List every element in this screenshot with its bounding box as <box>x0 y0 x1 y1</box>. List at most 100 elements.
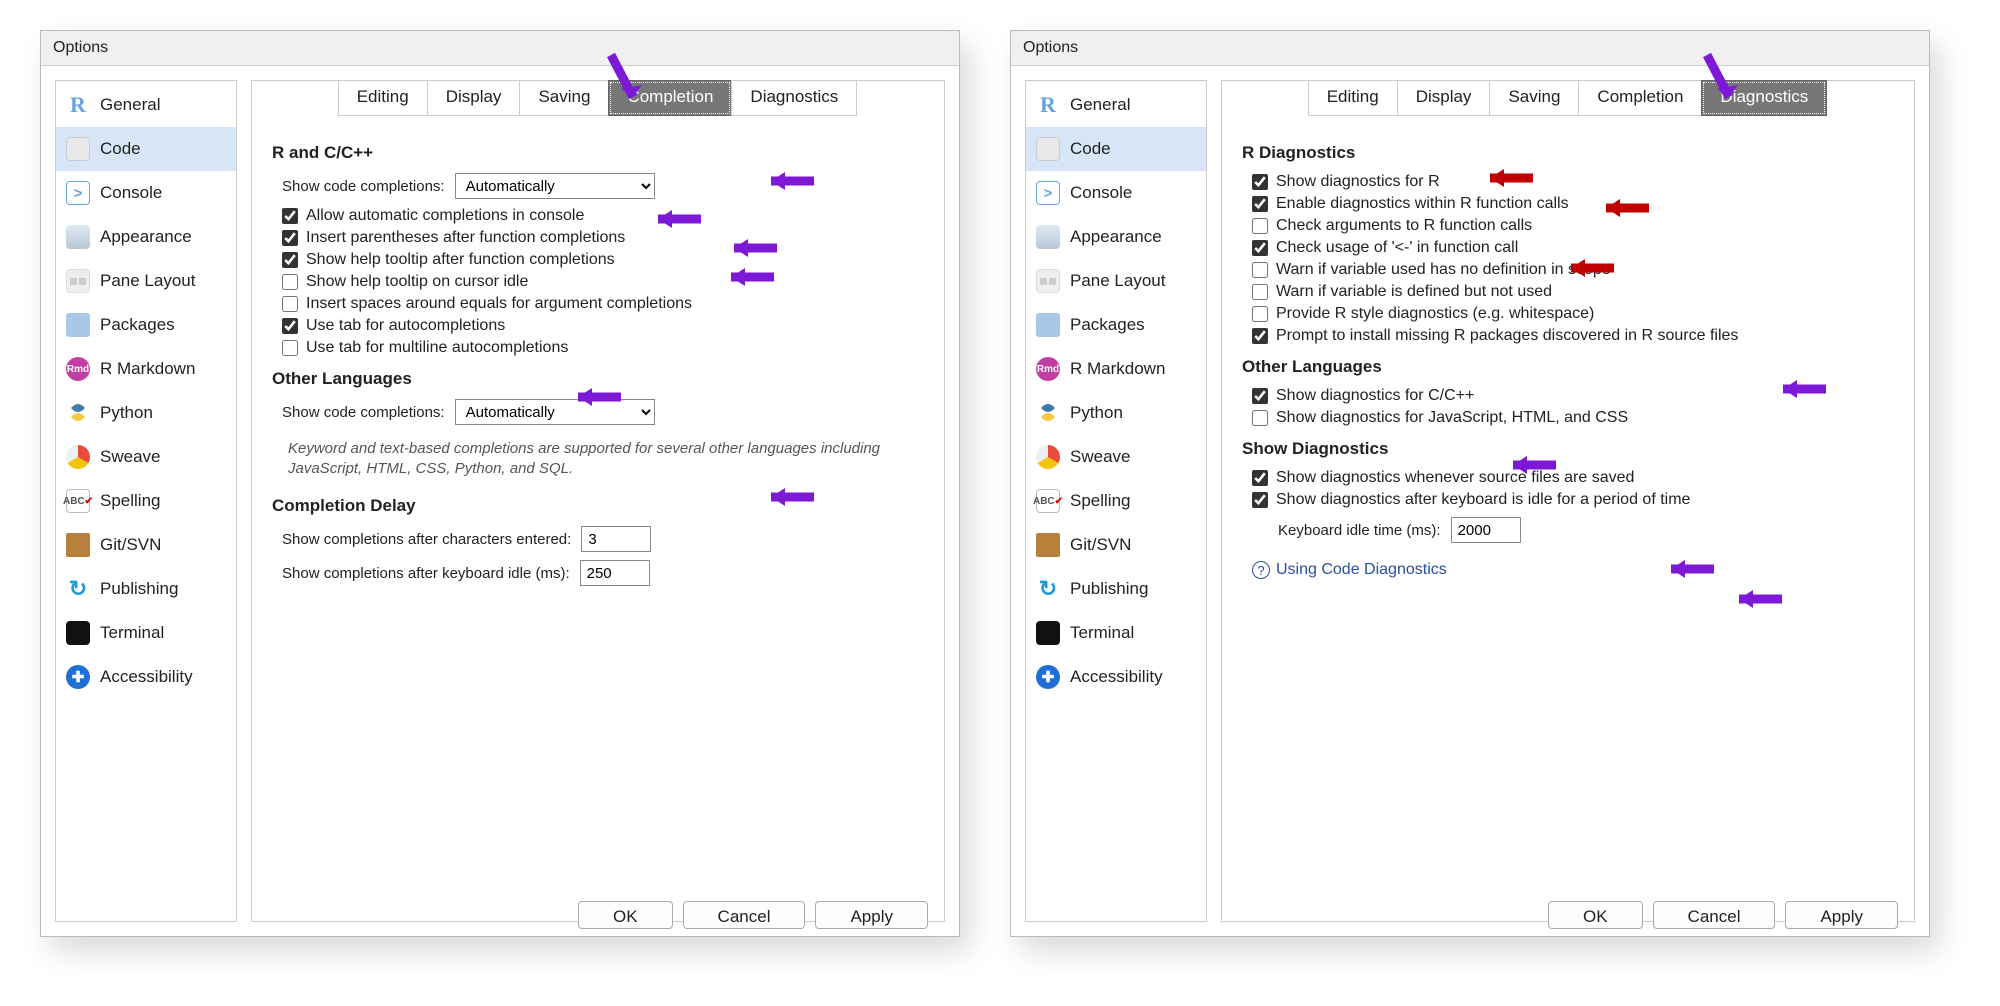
git-icon <box>66 533 90 557</box>
help-icon: ? <box>1252 561 1270 579</box>
sidebar-item-publishing[interactable]: ↻Publishing <box>1026 567 1206 611</box>
checkbox-c5[interactable] <box>282 296 298 312</box>
sidebar-item-code[interactable]: Code <box>1026 127 1206 171</box>
sidebar-item-r-markdown[interactable]: RmdR Markdown <box>1026 347 1206 391</box>
options-sidebar: RGeneralCode>ConsoleAppearancePane Layou… <box>55 80 237 922</box>
sidebar-item-python[interactable]: Python <box>56 391 236 435</box>
option-row-d3: Check arguments to R function calls <box>1242 217 1894 235</box>
checkbox-c4[interactable] <box>282 274 298 290</box>
tab-editing[interactable]: Editing <box>1308 80 1398 116</box>
checkbox-d9[interactable] <box>1252 388 1268 404</box>
publishing-icon: ↻ <box>1036 577 1060 601</box>
sidebar-item-code[interactable]: Code <box>56 127 236 171</box>
checkbox-label: Show diagnostics whenever source files a… <box>1276 469 1634 487</box>
sidebar-item-appearance[interactable]: Appearance <box>56 215 236 259</box>
cancel-button[interactable]: Cancel <box>1653 901 1776 929</box>
spelling-icon: ABC✔ <box>1036 489 1060 513</box>
cancel-button[interactable]: Cancel <box>683 901 806 929</box>
sidebar-item-python[interactable]: Python <box>1026 391 1206 435</box>
tab-diagnostics[interactable]: Diagnostics <box>731 80 857 116</box>
checkbox-c3[interactable] <box>282 252 298 268</box>
checkbox-d4[interactable] <box>1252 240 1268 256</box>
ok-button[interactable]: OK <box>578 901 673 929</box>
sidebar-item-r-markdown[interactable]: RmdR Markdown <box>56 347 236 391</box>
sidebar-item-spelling[interactable]: ABC✔Spelling <box>56 479 236 523</box>
checkbox-label: Insert parentheses after function comple… <box>306 229 625 247</box>
options-dialog-completion: Options RGeneralCode>ConsoleAppearancePa… <box>40 30 960 937</box>
show-completions-label-2: Show code completions: <box>282 404 445 421</box>
tab-display[interactable]: Display <box>1397 80 1491 116</box>
show-completions-select-2[interactable]: Automatically <box>455 399 655 425</box>
sidebar-item-terminal[interactable]: Terminal <box>1026 611 1206 655</box>
packages-icon <box>66 313 90 337</box>
sidebar-item-console[interactable]: >Console <box>1026 171 1206 215</box>
sidebar-item-packages[interactable]: Packages <box>1026 303 1206 347</box>
sidebar-item-accessibility[interactable]: ✚Accessibility <box>1026 655 1206 699</box>
checkbox-c2[interactable] <box>282 230 298 246</box>
tab-completion[interactable]: Completion <box>608 80 732 116</box>
checkbox-d10[interactable] <box>1252 410 1268 426</box>
checkbox-d7[interactable] <box>1252 306 1268 322</box>
python-icon <box>1036 401 1060 425</box>
sidebar-item-spelling[interactable]: ABC✔Spelling <box>1026 479 1206 523</box>
apply-button[interactable]: Apply <box>1785 901 1898 929</box>
checkbox-d12[interactable] <box>1252 492 1268 508</box>
option-row-d4: Check usage of '<-' in function call <box>1242 239 1894 257</box>
apply-button[interactable]: Apply <box>815 901 928 929</box>
sidebar-item-git-svn[interactable]: Git/SVN <box>56 523 236 567</box>
idle-time-input[interactable] <box>1451 517 1521 543</box>
option-row-d9: Show diagnostics for C/C++ <box>1242 387 1894 405</box>
sidebar-item-appearance[interactable]: Appearance <box>1026 215 1206 259</box>
sidebar-item-general[interactable]: RGeneral <box>1026 83 1206 127</box>
checkbox-d2[interactable] <box>1252 196 1268 212</box>
tab-completion[interactable]: Completion <box>1578 80 1702 116</box>
tab-saving[interactable]: Saving <box>519 80 609 116</box>
checkbox-c6[interactable] <box>282 318 298 334</box>
checkbox-c7[interactable] <box>282 340 298 356</box>
after-idle-input[interactable] <box>580 560 650 586</box>
checkbox-d3[interactable] <box>1252 218 1268 234</box>
sidebar-item-git-svn[interactable]: Git/SVN <box>1026 523 1206 567</box>
checkbox-d6[interactable] <box>1252 284 1268 300</box>
sidebar-item-sweave[interactable]: Sweave <box>1026 435 1206 479</box>
sidebar-item-console[interactable]: >Console <box>56 171 236 215</box>
console-icon: > <box>1036 181 1060 205</box>
accessibility-icon: ✚ <box>66 665 90 689</box>
terminal-icon <box>66 621 90 645</box>
terminal-icon <box>1036 621 1060 645</box>
help-link[interactable]: ? Using Code Diagnostics <box>1252 561 1894 579</box>
checkbox-c1[interactable] <box>282 208 298 224</box>
sidebar-item-packages[interactable]: Packages <box>56 303 236 347</box>
sweave-icon <box>1036 445 1060 469</box>
rmarkdown-icon: Rmd <box>1036 357 1060 381</box>
checkbox-d8[interactable] <box>1252 328 1268 344</box>
sidebar-item-sweave[interactable]: Sweave <box>56 435 236 479</box>
checkbox-d5[interactable] <box>1252 262 1268 278</box>
option-row-d7: Provide R style diagnostics (e.g. whites… <box>1242 305 1894 323</box>
sidebar-item-pane-layout[interactable]: Pane Layout <box>56 259 236 303</box>
option-row-c2: Insert parentheses after function comple… <box>272 229 924 247</box>
sidebar-item-publishing[interactable]: ↻Publishing <box>56 567 236 611</box>
checkbox-label: Allow automatic completions in console <box>306 207 584 225</box>
tab-saving[interactable]: Saving <box>1489 80 1579 116</box>
checkbox-d11[interactable] <box>1252 470 1268 486</box>
section-other-lang: Other Languages <box>272 369 924 389</box>
after-chars-input[interactable] <box>581 526 651 552</box>
option-row-c6: Use tab for autocompletions <box>272 317 924 335</box>
tab-editing[interactable]: Editing <box>338 80 428 116</box>
tab-diagnostics[interactable]: Diagnostics <box>1701 80 1827 116</box>
sidebar-item-accessibility[interactable]: ✚Accessibility <box>56 655 236 699</box>
option-row-d11: Show diagnostics whenever source files a… <box>1242 469 1894 487</box>
checkbox-d1[interactable] <box>1252 174 1268 190</box>
sidebar-item-general[interactable]: RGeneral <box>56 83 236 127</box>
packages-icon <box>1036 313 1060 337</box>
pane-layout-icon <box>66 269 90 293</box>
ok-button[interactable]: OK <box>1548 901 1643 929</box>
checkbox-label: Insert spaces around equals for argument… <box>306 295 692 313</box>
checkbox-label: Show help tooltip after function complet… <box>306 251 615 269</box>
tab-display[interactable]: Display <box>427 80 521 116</box>
sidebar-item-terminal[interactable]: Terminal <box>56 611 236 655</box>
show-completions-select[interactable]: Automatically <box>455 173 655 199</box>
sidebar-item-pane-layout[interactable]: Pane Layout <box>1026 259 1206 303</box>
pane-tabs: Editing Display Saving Completion Diagno… <box>339 80 858 116</box>
